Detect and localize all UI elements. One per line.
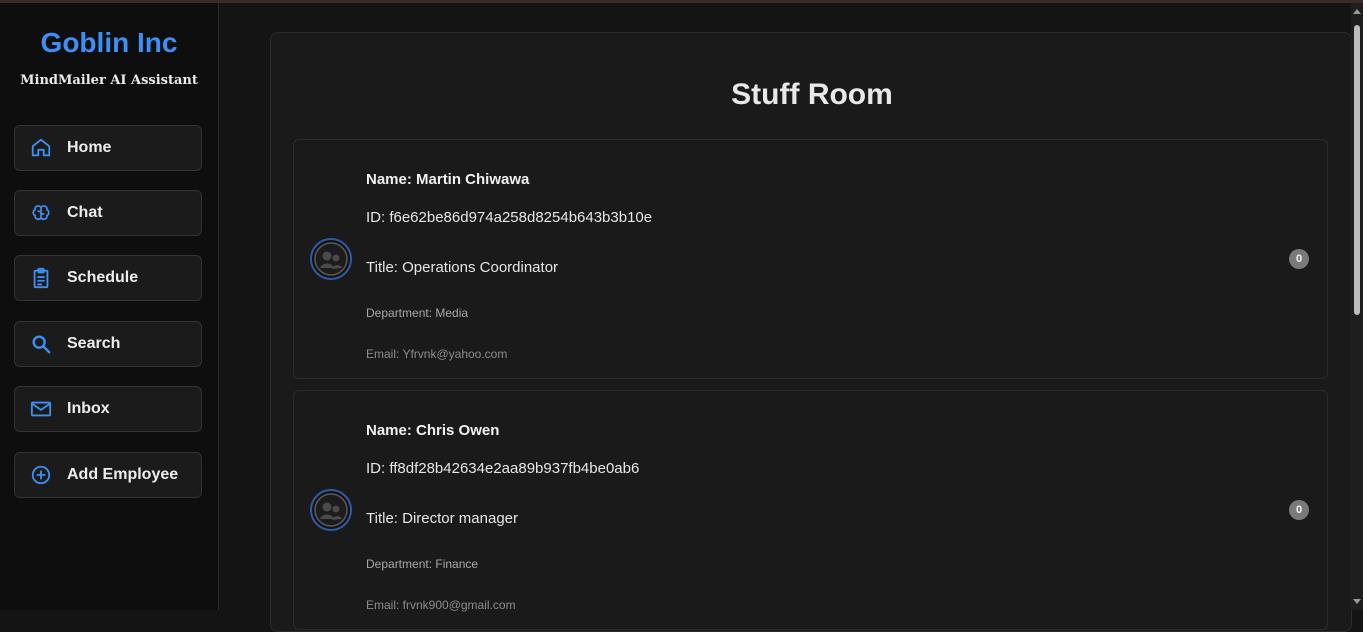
employee-department: Department: Media: [366, 306, 469, 320]
sidebar-item-home[interactable]: Home: [14, 125, 202, 171]
employee-department: Department: Finance: [366, 557, 479, 571]
mail-icon: [30, 398, 52, 420]
employee-card[interactable]: Name: Martin Chiwawa ID: f6e62be86d974a2…: [293, 139, 1328, 379]
employee-id: ID: f6e62be86d974a258d8254b643b3b10e: [366, 209, 653, 226]
sidebar-item-chat[interactable]: Chat: [14, 190, 202, 236]
sidebar-item-label: Chat: [67, 204, 103, 221]
sidebar: Goblin Inc MindMailer AI Assistant Home …: [0, 3, 219, 610]
count-badge: 0: [1289, 500, 1309, 520]
sidebar-item-search[interactable]: Search: [14, 321, 202, 367]
scroll-down-arrow-icon[interactable]: [1353, 599, 1361, 604]
plus-circle-icon: [30, 464, 52, 486]
clipboard-icon: [30, 267, 52, 289]
employee-title: Title: Operations Coordinator: [366, 259, 559, 276]
brain-icon: [30, 202, 52, 224]
main-panel: Stuff Room Name: Martin Chiwawa ID: f6e6…: [270, 32, 1352, 632]
employee-title: Title: Director manager: [366, 510, 518, 527]
search-icon: [30, 333, 52, 355]
vertical-scrollbar[interactable]: [1351, 3, 1363, 610]
employee-name: Name: Martin Chiwawa: [366, 171, 530, 188]
sidebar-item-add-employee[interactable]: Add Employee: [14, 452, 202, 498]
sidebar-item-label: Schedule: [67, 269, 139, 286]
avatar-icon: [310, 238, 352, 280]
home-icon: [30, 137, 52, 159]
brand-subtitle: MindMailer AI Assistant: [20, 73, 198, 88]
brand-title: Goblin Inc: [40, 27, 178, 58]
scrollbar-thumb[interactable]: [1354, 25, 1360, 315]
sidebar-item-inbox[interactable]: Inbox: [14, 386, 202, 432]
sidebar-item-schedule[interactable]: Schedule: [14, 255, 202, 301]
scroll-up-arrow-icon[interactable]: [1353, 9, 1361, 14]
page-title: Stuff Room: [731, 78, 893, 111]
avatar-icon: [310, 489, 352, 531]
count-badge: 0: [1289, 249, 1309, 269]
employee-id: ID: ff8df28b42634e2aa89b937fb4be0ab6: [366, 460, 640, 477]
employee-card[interactable]: Name: Chris Owen ID: ff8df28b42634e2aa89…: [293, 390, 1328, 630]
employee-name: Name: Chris Owen: [366, 422, 500, 439]
sidebar-item-label: Home: [67, 139, 112, 156]
employee-email: Email: Yfrvnk@yahoo.com: [366, 347, 508, 361]
sidebar-item-label: Add Employee: [67, 466, 179, 483]
sidebar-item-label: Inbox: [67, 400, 110, 417]
sidebar-item-label: Search: [67, 335, 121, 352]
